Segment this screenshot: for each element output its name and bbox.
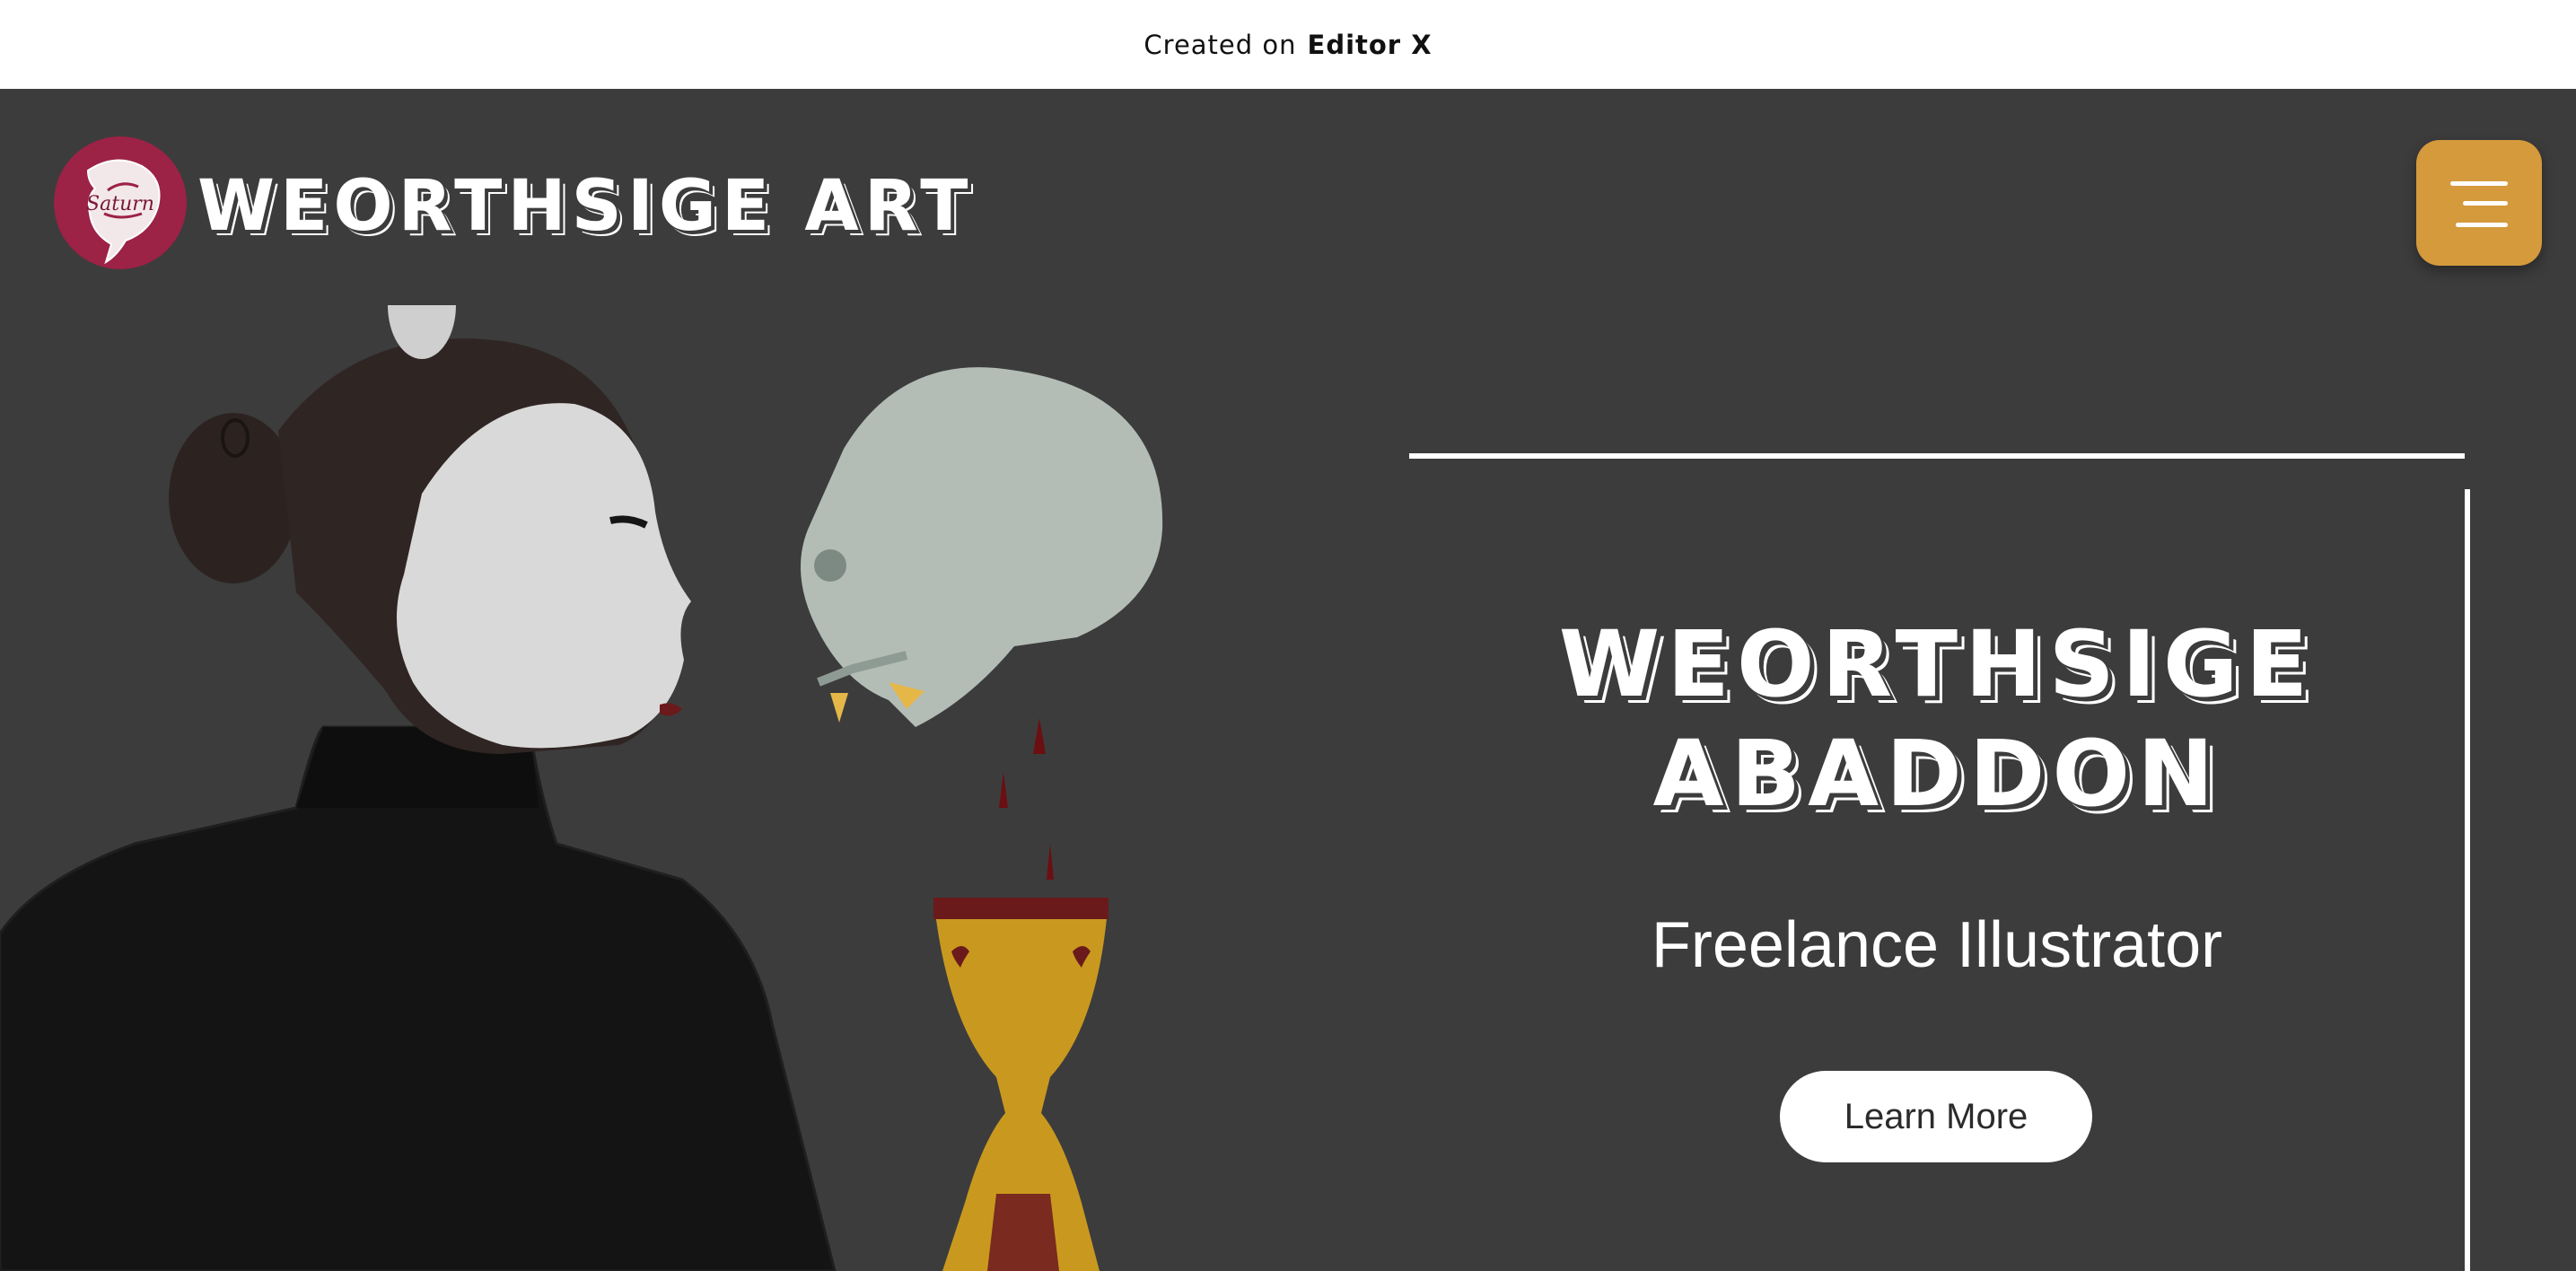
fox-logo-icon[interactable]: Saturn (52, 135, 188, 271)
headline-line-2: ABADDON (1652, 721, 2221, 828)
learn-more-button[interactable]: Learn More (1780, 1071, 2092, 1162)
site-title[interactable]: WEORTHSIGE ART (197, 162, 973, 251)
logo-script: Saturn (86, 193, 154, 215)
editor-banner[interactable]: Created on Editor X (0, 0, 2576, 90)
hero-illustration (0, 305, 1163, 1271)
hamburger-icon (2463, 201, 2508, 206)
banner-prefix: Created on (1143, 29, 1297, 60)
editor-x-icon: X (1411, 29, 1433, 60)
hamburger-icon (2456, 223, 2508, 227)
hamburger-icon (2450, 181, 2508, 186)
hero-headline: WEORTHSIGE ABADDON (1409, 610, 2465, 829)
banner-brand: Editor X (1307, 29, 1433, 60)
frame-right-line (2465, 489, 2470, 1271)
menu-button[interactable] (2416, 140, 2542, 266)
hero-subtitle: Freelance Illustrator (1651, 909, 2223, 981)
headline-line-1: WEORTHSIGE (1558, 611, 2316, 718)
frame-top-line (1409, 453, 2465, 459)
